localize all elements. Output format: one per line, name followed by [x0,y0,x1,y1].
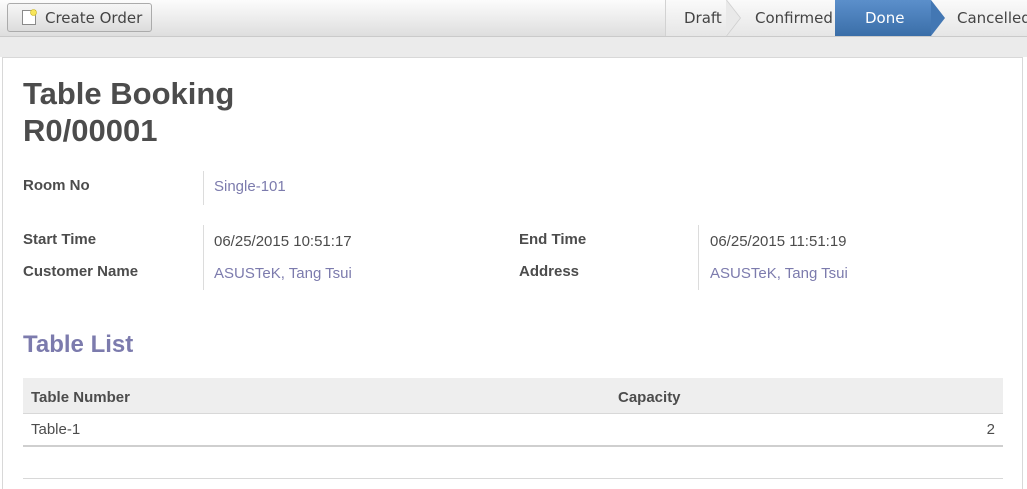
room-no-label: Room No [23,177,90,194]
table-list-heading: Table List [23,331,134,358]
new-document-icon [21,9,38,26]
cell-table-number: Table-1 [31,421,81,438]
column-header-capacity[interactable]: Capacity [618,389,681,406]
start-time-value: 06/25/2015 10:51:17 [214,233,352,250]
table-row[interactable]: Table-1 2 [23,415,1003,447]
table-header: Table Number Capacity [23,378,1003,414]
stage-cancelled[interactable]: Cancelled [931,0,1027,36]
column-header-table-number[interactable]: Table Number [31,389,130,406]
form-sheet: Table Booking R0/00001 Room No Single-10… [2,57,1023,489]
end-time-value: 06/25/2015 11:51:19 [710,233,847,250]
stage-confirmed[interactable]: Confirmed [726,0,835,36]
sheet-background [0,37,1027,57]
status-bar: Draft Confirmed Done Cancelled [665,0,1027,36]
start-time-label: Start Time [23,231,97,248]
page-title: Table Booking R0/00001 [23,75,234,149]
toolbar: Create Order Draft Confirmed Done Cancel… [0,0,1027,37]
title-line-1: Table Booking [23,76,235,111]
divider [23,478,1003,479]
address-label: Address [519,263,580,280]
field-divider [203,225,204,290]
stage-draft[interactable]: Draft [665,0,741,36]
address-link[interactable]: ASUSTeK, Tang Tsui [710,265,848,282]
title-line-2: R0/00001 [23,113,158,148]
customer-name-link[interactable]: ASUSTeK, Tang Tsui [214,265,352,282]
room-no-link[interactable]: Single-101 [214,178,286,195]
create-order-button[interactable]: Create Order [7,3,152,32]
field-divider [698,225,699,290]
stage-done[interactable]: Done [835,0,945,36]
field-divider [203,171,204,205]
cell-capacity: 2 [986,421,995,438]
end-time-label: End Time [519,231,587,248]
customer-name-label: Customer Name [23,263,139,280]
create-order-label: Create Order [45,8,143,27]
